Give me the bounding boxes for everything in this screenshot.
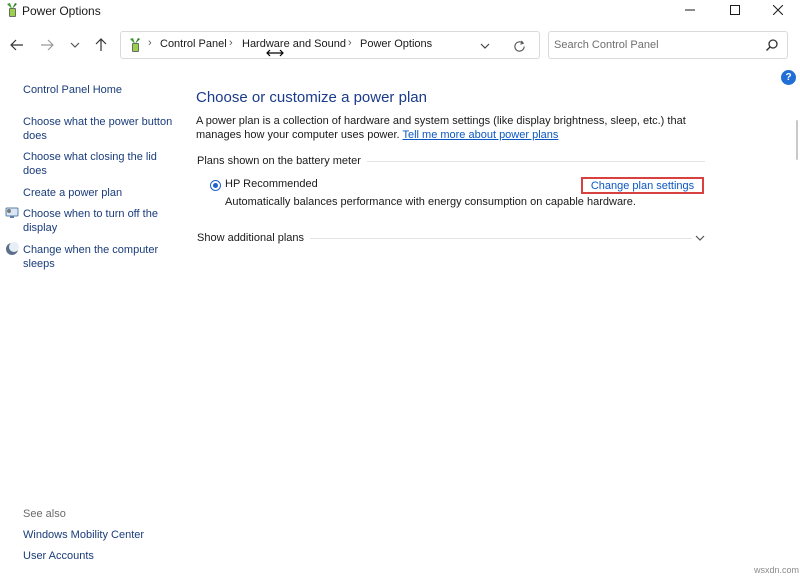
breadcrumb-hardware-and-sound[interactable]: Hardware and Sound	[242, 38, 346, 50]
page-title: Choose or customize a power plan	[196, 89, 427, 106]
close-icon	[773, 5, 783, 15]
help-button[interactable]: ?	[781, 70, 796, 85]
arrow-up-icon	[95, 38, 107, 51]
radio-selected-dot	[213, 183, 218, 188]
see-also-windows-mobility-center[interactable]: Windows Mobility Center	[23, 528, 173, 542]
search-input[interactable]	[554, 32, 759, 58]
address-dropdown-button[interactable]	[477, 38, 493, 54]
sidebar-item-turn-off-display[interactable]: Choose when to turn off the display	[23, 207, 173, 235]
chevron-down-icon	[70, 42, 80, 48]
control-panel-icon	[130, 38, 140, 52]
refresh-button[interactable]	[511, 38, 527, 54]
maximize-button[interactable]	[713, 0, 757, 20]
breadcrumb-separator-icon: ›	[229, 37, 233, 49]
arrow-right-icon	[41, 39, 54, 51]
watermark: wsxdn.com	[754, 565, 800, 575]
power-options-app-icon	[7, 3, 17, 17]
page-description: A power plan is a collection of hardware…	[196, 114, 686, 142]
sidebar-item-computer-sleeps[interactable]: Change when the computer sleeps	[23, 243, 173, 271]
learn-more-link[interactable]: Tell me more about power plans	[402, 129, 558, 141]
search-icon[interactable]	[765, 38, 779, 52]
sidebar-item-power-button[interactable]: Choose what the power button does	[23, 115, 173, 143]
window-title: Power Options	[22, 4, 101, 18]
address-bar[interactable]: › Control Panel › Hardware and Sound › P…	[120, 31, 540, 59]
sidebar-item-create-power-plan[interactable]: Create a power plan	[23, 186, 173, 200]
breadcrumb-control-panel[interactable]: Control Panel	[160, 38, 227, 50]
scrollbar[interactable]	[796, 120, 798, 160]
minimize-icon	[685, 9, 695, 11]
navigation-bar: › Control Panel › Hardware and Sound › P…	[0, 22, 800, 68]
title-bar: Power Options	[0, 0, 800, 22]
plan-radio-hp-recommended[interactable]	[210, 180, 221, 191]
up-button[interactable]	[90, 34, 112, 56]
show-additional-plans[interactable]: Show additional plans	[197, 232, 311, 244]
resize-cursor-icon	[266, 49, 284, 57]
close-button[interactable]	[756, 0, 800, 20]
change-plan-settings-link[interactable]: Change plan settings	[581, 177, 704, 194]
display-power-icon	[5, 207, 19, 218]
sleep-moon-icon	[6, 242, 19, 255]
section-label: Plans shown on the battery meter	[197, 155, 367, 167]
plan-description: Automatically balances performance with …	[225, 196, 636, 208]
see-also-user-accounts[interactable]: User Accounts	[23, 549, 173, 563]
chevron-down-icon	[480, 43, 490, 49]
minimize-button[interactable]	[668, 0, 712, 20]
refresh-icon	[513, 40, 525, 52]
arrow-left-icon	[10, 39, 23, 51]
sidebar-item-closing-lid[interactable]: Choose what closing the lid does	[23, 150, 173, 178]
breadcrumb-power-options[interactable]: Power Options	[360, 38, 432, 50]
breadcrumb-separator-icon: ›	[148, 37, 152, 49]
recent-locations-button[interactable]	[64, 34, 86, 56]
forward-button[interactable]	[36, 34, 58, 56]
see-also-heading: See also	[23, 508, 66, 520]
chevron-down-icon[interactable]	[694, 232, 706, 244]
back-button[interactable]	[6, 34, 28, 56]
search-box	[548, 31, 788, 59]
plan-name[interactable]: HP Recommended	[225, 178, 318, 190]
breadcrumb-separator-icon: ›	[348, 37, 352, 49]
sidebar-item-control-panel-home[interactable]: Control Panel Home	[23, 83, 173, 97]
maximize-icon	[730, 5, 740, 15]
